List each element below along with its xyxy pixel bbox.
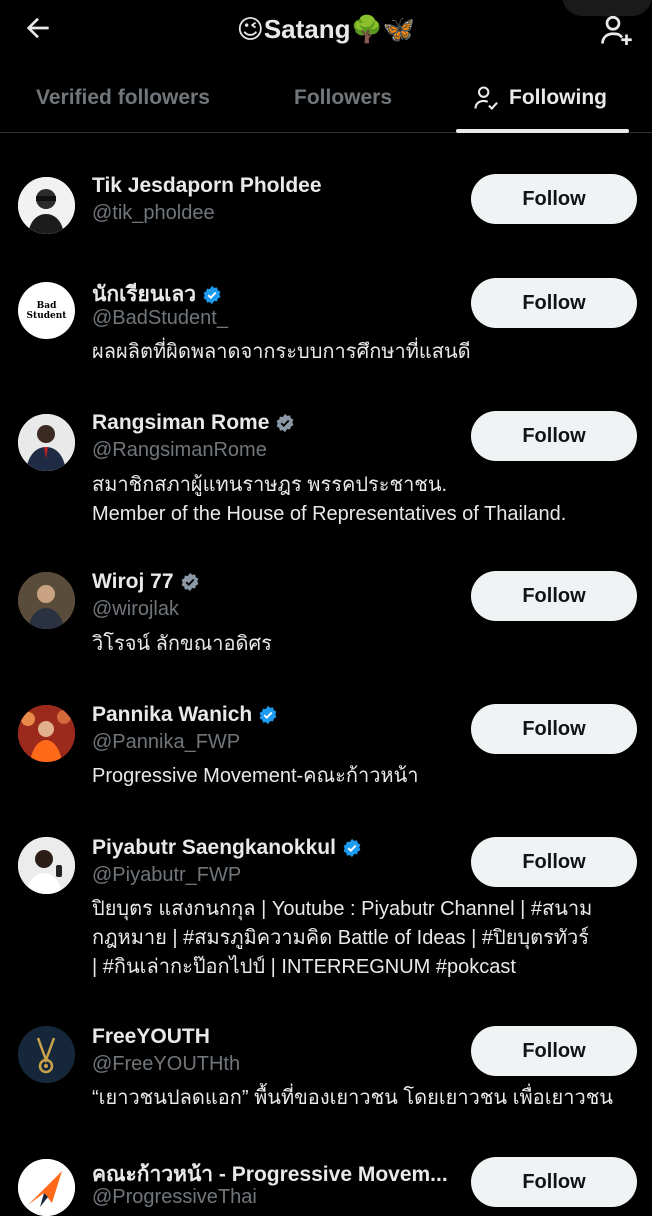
account-handle: @tik_pholdee [92,202,215,224]
account-bio: Progressive Movement-คณะก้าวหน้า [92,765,419,787]
active-tab-indicator [456,129,629,133]
account-name[interactable]: Wiroj 77 [92,570,200,594]
follow-button[interactable]: Follow [471,278,637,328]
account-handle: @Pannika_FWP [92,731,241,753]
account-bio: ปิยบุตร แสงกนกกุล | Youtube : Piyabutr C… [92,898,593,978]
verified-badge-icon [181,572,198,592]
avatar[interactable] [18,177,75,234]
verified-badge-icon [203,285,221,304]
user-check-icon [474,86,498,111]
account-name-text: Wiroj 77 [92,570,174,593]
tab-label: Following [509,86,607,109]
page-title: 😉Satang🌳🦋 [236,14,416,44]
account-name[interactable]: Piyabutr Saengkanokkul [92,836,362,860]
avatar[interactable] [18,414,75,471]
tab-label: Verified followers [36,86,210,109]
account-handle: @wirojlak [92,598,179,620]
account-name-text: FreeYOUTH [92,1025,210,1048]
tab-verified-followers[interactable]: Verified followers [36,64,210,132]
follow-button[interactable]: Follow [471,571,637,621]
add-user-icon[interactable] [598,12,634,48]
account-handle: @BadStudent_ [92,307,228,329]
avatar[interactable] [18,837,75,894]
account-bio: สมาชิกสภาผู้แทนราษฎร พรรคประชาชน. Member… [92,474,567,525]
tab-following[interactable]: Following [472,64,607,132]
avatar-logo-text: Bad Student [26,300,67,321]
tab-followers[interactable]: Followers [294,64,392,132]
account-bio: ผลผลิตที่ผิดพลาดจากระบบการศึกษาที่แสนดี [92,341,471,363]
avatar[interactable]: Bad Student [18,282,75,339]
account-bio: วิโรจน์ ลักขณาอดิศร [92,633,272,655]
account-name[interactable]: Tik Jesdaporn Pholdee [92,174,322,198]
top-bar: 😉Satang🌳🦋 [0,0,652,64]
account-name-text: Tik Jesdaporn Pholdee [92,174,322,197]
account-name[interactable]: FreeYOUTH [92,1025,210,1049]
follow-button[interactable]: Follow [471,837,637,887]
follow-button[interactable]: Follow [471,411,637,461]
follow-button[interactable]: Follow [471,704,637,754]
account-name-text: Rangsiman Rome [92,411,270,434]
tab-bar: Verified followers Followers Following [0,64,652,133]
account-name-text: Pannika Wanich [92,703,253,726]
avatar[interactable] [18,1026,75,1083]
follow-button[interactable]: Follow [471,174,637,224]
account-handle: @FreeYOUTHth [92,1053,241,1075]
verified-badge-icon [259,705,277,725]
avatar[interactable] [18,705,75,762]
avatar[interactable] [18,572,75,629]
account-name[interactable]: Rangsiman Rome [92,411,295,435]
avatar[interactable] [18,1159,75,1216]
verified-badge-icon [343,838,361,858]
account-handle: @RangsimanRome [92,439,267,461]
verified-badge-icon [276,413,294,433]
account-handle: @ProgressiveThai [92,1186,257,1208]
follow-button[interactable]: Follow [471,1026,637,1076]
account-name[interactable]: Pannika Wanich [92,703,278,727]
account-name-text: Piyabutr Saengkanokkul [92,836,336,859]
account-handle: @Piyabutr_FWP [92,864,242,886]
tab-label: Followers [294,86,393,109]
account-bio: “เยาวชนปลดแอก” พื้นที่ของเยาวชน โดยเยาวช… [92,1087,613,1109]
